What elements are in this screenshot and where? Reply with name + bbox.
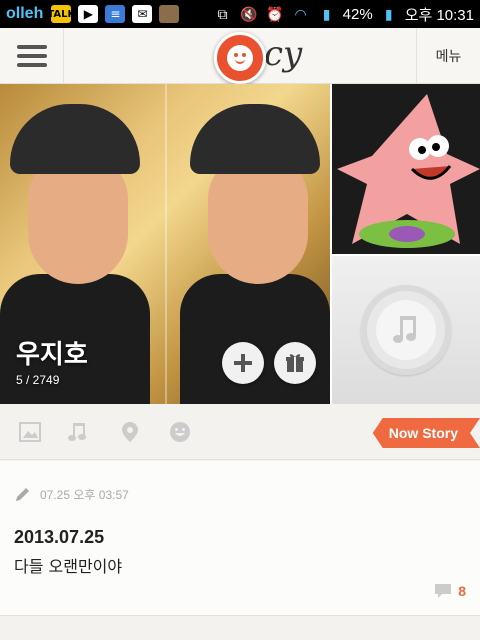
add-friend-button[interactable] [222,342,264,384]
battery-icon: ▮ [384,5,393,22]
post-meta: 07.25 오후 03:57 [14,485,129,503]
comment-icon [435,584,452,598]
hamburger-line [16,54,47,58]
post-body: 다들 오랜만이야 [14,557,123,576]
alarm-icon: ⏰ [265,5,284,22]
post-timestamp: 07.25 오후 03:57 [40,487,129,502]
cyworld-logo-button[interactable] [214,32,266,84]
location-filter-button[interactable] [118,420,142,444]
category-toolbar: Now Story [0,404,480,460]
music-note-icon [393,316,416,343]
carrier-label: olleh [6,5,44,22]
app-icon: ≡ [105,5,126,23]
emotion-filter-button[interactable] [168,420,192,444]
nfc-icon: ⧉ [217,5,228,22]
patrick-star-image [332,84,480,254]
profile-name: 우지호 [16,340,88,370]
signal-icon: ▮ [322,5,331,22]
mute-icon: 🔇 [239,5,258,22]
avatar-icon [159,5,180,23]
comment-count: 8 [458,583,466,599]
smiley-icon [227,45,253,71]
music-icon [68,423,86,441]
hamburger-line [16,45,47,49]
menu-button[interactable]: 메뉴 [416,28,480,84]
location-pin-icon [122,422,138,442]
profile-name-block: 우지호 5 / 2749 [16,334,88,387]
play-icon: ▶ [78,5,99,23]
hamburger-menu-button[interactable] [0,28,64,84]
app-header: cy 메뉴 [0,28,480,84]
talk-icon: TALK [47,5,75,23]
battery-percent: 42% [342,5,373,23]
patrick-image[interactable] [330,84,480,254]
smiley-face-icon [170,422,190,442]
music-tile[interactable] [330,254,480,404]
gift-icon [286,354,304,372]
story-post[interactable]: 07.25 오후 03:57 2013.07.25 다들 오랜만이야 8 [0,461,480,616]
photo-filter-button[interactable] [18,420,42,444]
comment-count-button[interactable]: 8 [434,583,466,599]
visitor-count: 5 / 2749 [16,373,60,387]
status-bar: olleh TALK ▶ ≡ ✉ ⧉ 🔇 ⏰ ◠ ▮ 42% ▮ 오후 10:3… [0,0,480,28]
post-date: 2013.07.25 [14,527,105,547]
logo-script: cy [264,34,303,74]
now-story-tab[interactable]: Now Story [373,418,480,448]
clock: 오후 10:31 [404,6,474,24]
profile-photo[interactable]: 우지호 5 / 2749 [0,84,330,404]
next-post-edge [0,617,480,640]
plus-icon [234,354,252,372]
wifi-icon: ◠ [294,5,307,22]
gift-button[interactable] [274,342,316,384]
hamburger-line [16,63,47,67]
image-icon [19,422,41,442]
pencil-icon [16,488,29,501]
music-filter-button[interactable] [66,420,90,444]
mail-icon: ✉ [132,5,153,23]
profile-photo-area: 우지호 5 / 2749 [0,84,480,404]
